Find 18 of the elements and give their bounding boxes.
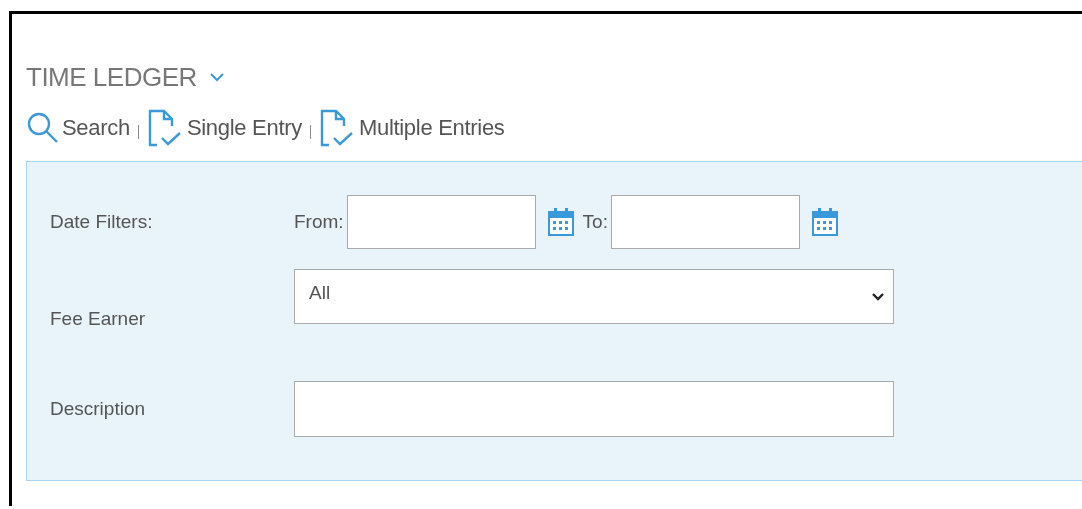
toolbar-link[interactable]: Multiple Entries bbox=[318, 108, 505, 148]
toolbar-link[interactable]: Single Entry bbox=[146, 108, 302, 148]
field-label: Date Filters: bbox=[50, 211, 154, 233]
description-field[interactable] bbox=[294, 381, 894, 437]
field-label: From: bbox=[294, 211, 344, 233]
page-title: TIME LEDGER bbox=[26, 61, 197, 93]
calendar-icon[interactable] bbox=[547, 207, 574, 237]
field-label: Fee Earner bbox=[50, 308, 147, 330]
from-date-field[interactable] bbox=[346, 195, 536, 249]
search-icon bbox=[26, 111, 60, 145]
fee-earner-dropdown[interactable]: All bbox=[294, 269, 894, 324]
chevron-down-icon[interactable] bbox=[208, 72, 225, 82]
toolbar-link[interactable]: Search bbox=[26, 111, 130, 145]
chevron-down-icon bbox=[871, 292, 885, 302]
field-label: To: bbox=[582, 211, 608, 233]
field-label: Description bbox=[50, 398, 147, 420]
calendar-icon[interactable] bbox=[811, 207, 838, 237]
to-date-field[interactable] bbox=[610, 195, 800, 249]
